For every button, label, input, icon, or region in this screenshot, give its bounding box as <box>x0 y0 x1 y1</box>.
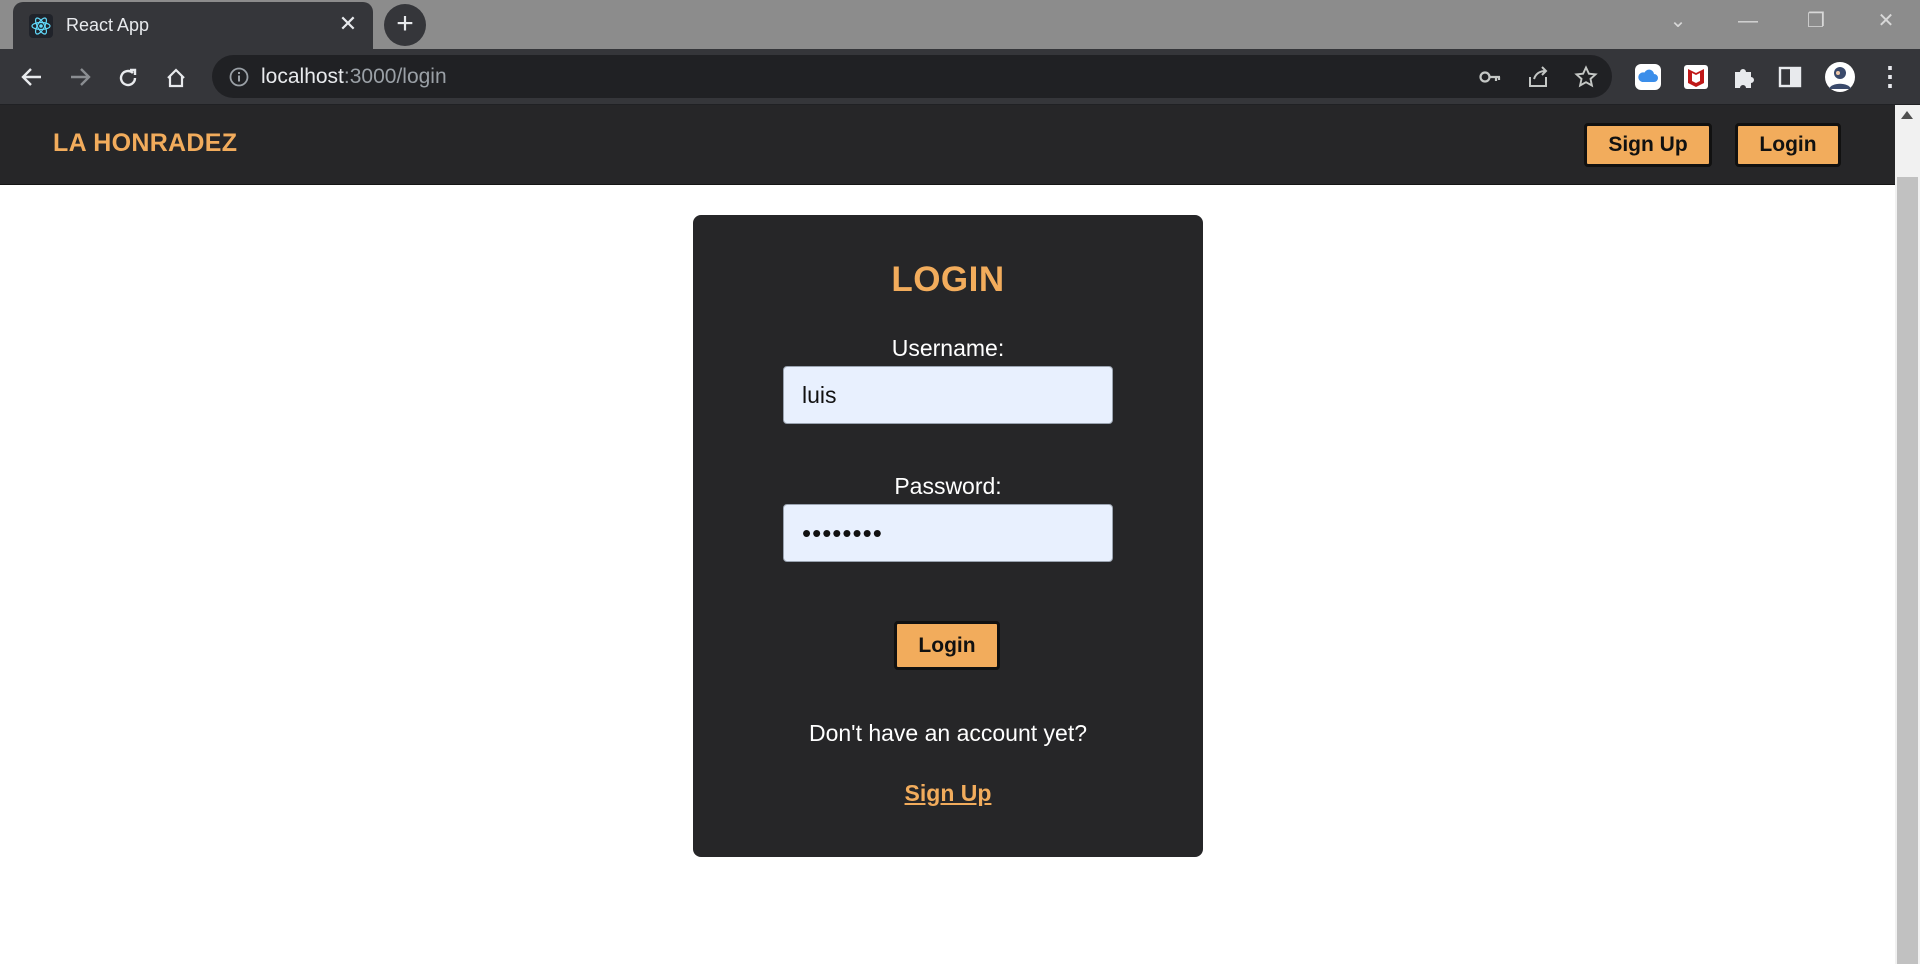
new-tab-button[interactable]: + <box>384 4 426 46</box>
forward-button[interactable] <box>62 59 98 95</box>
url-path: :3000/login <box>343 65 447 88</box>
password-label: Password: <box>894 473 1002 499</box>
url-text: localhost:3000/login <box>261 65 447 89</box>
close-window-icon[interactable]: ✕ <box>1858 6 1914 36</box>
password-input[interactable]: •••••••• <box>783 504 1113 562</box>
mcafee-extension-icon[interactable] <box>1682 63 1710 91</box>
no-account-text: Don't have an account yet? <box>808 720 1088 746</box>
back-button[interactable] <box>14 59 50 95</box>
share-icon[interactable] <box>1526 65 1550 89</box>
minimize-icon[interactable]: — <box>1720 6 1776 36</box>
home-button[interactable] <box>158 59 194 95</box>
site-navbar: LA HONRADEZ Sign Up Login <box>0 105 1895 185</box>
tab-search-icon[interactable]: ⌄ <box>1650 6 1706 36</box>
username-input[interactable]: luis <box>783 366 1113 424</box>
reload-button[interactable] <box>110 59 146 95</box>
react-logo-icon <box>29 14 53 38</box>
key-icon[interactable] <box>1478 65 1502 89</box>
restore-icon[interactable]: ❐ <box>1788 6 1844 36</box>
browser-toolbar: localhost:3000/login ⋮ <box>0 49 1920 105</box>
browser-tab-strip: React App ✕ + ⌄ — ❐ ✕ <box>0 0 1920 49</box>
icloud-extension-icon[interactable] <box>1634 63 1662 91</box>
login-title: LOGIN <box>891 260 1005 299</box>
nav-login-button[interactable]: Login <box>1735 123 1841 167</box>
profile-avatar[interactable] <box>1824 61 1856 93</box>
back-arrow-icon <box>21 68 41 86</box>
home-icon <box>167 68 185 88</box>
scrollbar-thumb[interactable] <box>1897 177 1918 964</box>
page-viewport: LA HONRADEZ Sign Up Login LOGIN Username… <box>0 105 1895 964</box>
url-host: localhost <box>261 65 344 88</box>
tab-close-icon[interactable]: ✕ <box>335 11 361 37</box>
side-panel-icon[interactable] <box>1776 63 1804 91</box>
username-label: Username: <box>891 335 1005 361</box>
browser-tab[interactable]: React App ✕ <box>13 2 373 49</box>
signup-link[interactable]: Sign Up <box>693 780 1203 807</box>
extensions-puzzle-icon[interactable] <box>1730 63 1758 91</box>
site-info-icon[interactable] <box>228 66 250 88</box>
bookmark-star-icon[interactable] <box>1574 65 1598 89</box>
brand-logo[interactable]: LA HONRADEZ <box>53 129 237 158</box>
scroll-up-arrow-icon[interactable] <box>1901 111 1913 119</box>
forward-arrow-icon <box>71 68 91 86</box>
nav-signup-button[interactable]: Sign Up <box>1584 123 1712 167</box>
reload-icon <box>119 68 137 87</box>
address-bar[interactable]: localhost:3000/login <box>212 55 1612 98</box>
login-submit-button[interactable]: Login <box>894 621 1000 670</box>
login-card: LOGIN Username: luis Password: •••••••• … <box>693 215 1203 857</box>
browser-menu-icon[interactable]: ⋮ <box>1872 59 1908 95</box>
tab-title: React App <box>66 15 150 35</box>
page-scrollbar[interactable] <box>1895 105 1920 964</box>
